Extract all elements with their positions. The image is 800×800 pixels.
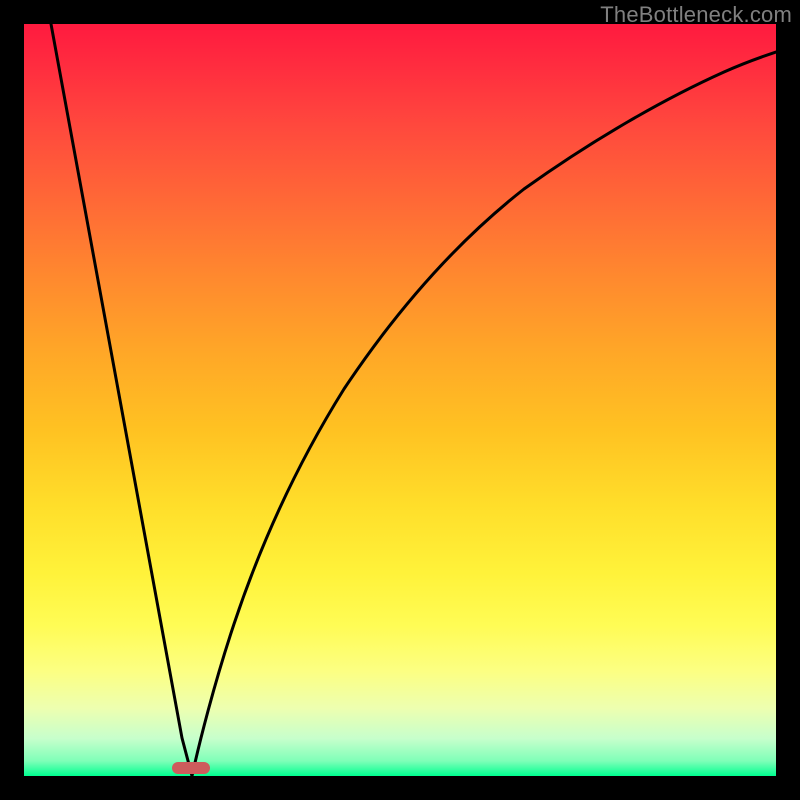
curve-svg — [24, 24, 776, 776]
bottleneck-curve — [51, 24, 776, 776]
plot-area — [24, 24, 776, 776]
optimal-marker — [172, 762, 210, 774]
